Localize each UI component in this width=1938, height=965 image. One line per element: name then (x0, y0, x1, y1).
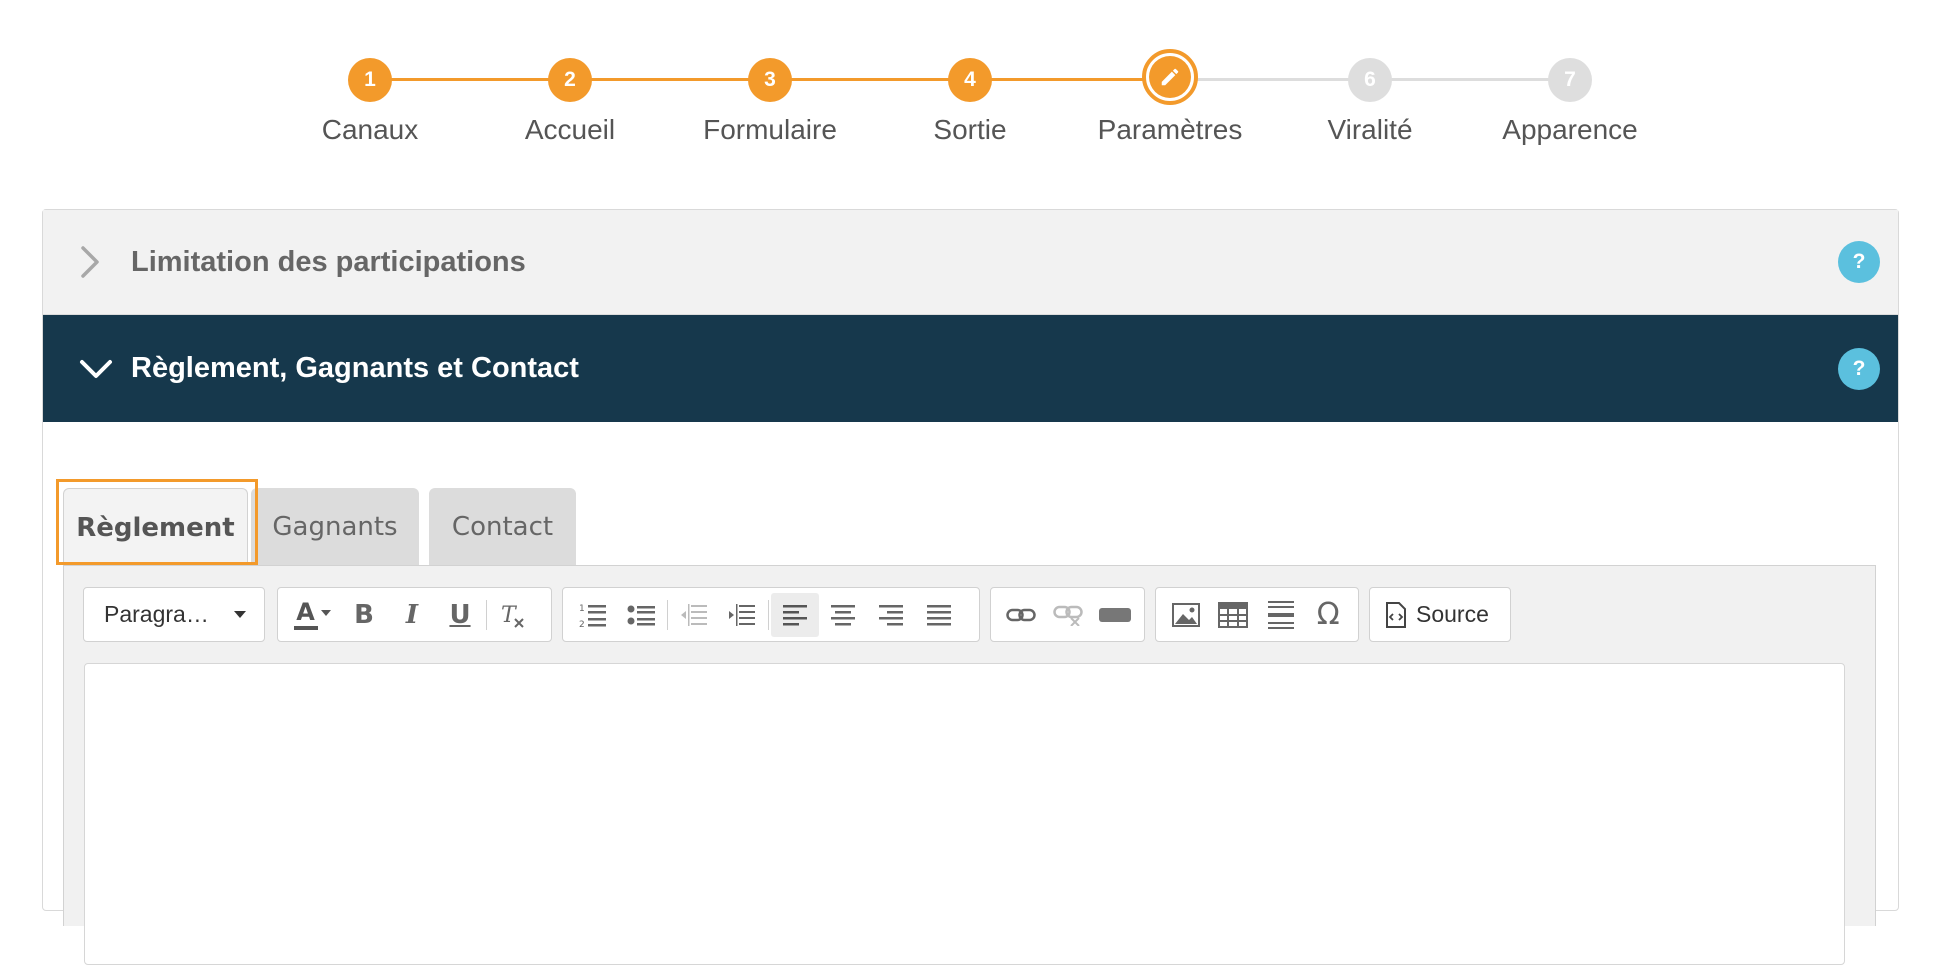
step-canaux[interactable]: 1 Canaux (270, 0, 470, 146)
step-number: 1 (348, 58, 392, 102)
step-active-marker (1142, 49, 1198, 105)
step-sortie[interactable]: 4 Sortie (870, 0, 1070, 146)
step-number: 7 (1548, 58, 1592, 102)
progress-stepper: 1 Canaux 2 Accueil 3 Formulaire 4 Sortie… (0, 0, 1938, 170)
underline-icon[interactable]: U (436, 593, 484, 637)
svg-text:1: 1 (579, 604, 585, 614)
step-number: 4 (948, 58, 992, 102)
accordion-reglement-header[interactable]: Règlement, Gagnants et Contact ? (43, 315, 1898, 422)
source-label: Source (1416, 601, 1489, 627)
outdent-icon[interactable] (670, 593, 718, 637)
step-label: Sortie (933, 114, 1007, 145)
indent-icon[interactable] (718, 593, 766, 637)
chevron-down-icon (79, 315, 113, 422)
step-label: Formulaire (703, 114, 837, 145)
bulleted-list-icon[interactable] (617, 593, 665, 637)
bold-icon[interactable]: B (340, 593, 388, 637)
step-label: Canaux (321, 114, 419, 145)
step-label: Accueil (524, 114, 616, 145)
editor-toolbar: Paragra… A B I U T 1 2 Ω Source (64, 566, 1875, 646)
source-icon (1386, 601, 1406, 628)
source-button[interactable]: Source (1376, 601, 1499, 628)
tab-gagnants[interactable]: Gagnants (251, 488, 419, 565)
table-icon[interactable] (1210, 593, 1258, 637)
toolbar-separator (486, 599, 487, 630)
accordion-limitation-header[interactable]: Limitation des participations ? (43, 210, 1898, 315)
step-number: 6 (1348, 58, 1392, 102)
step-viralite[interactable]: 6 Viralité (1270, 0, 1470, 146)
pencil-icon (1161, 68, 1179, 86)
justify-icon[interactable] (915, 593, 963, 637)
link-icon[interactable] (997, 593, 1044, 637)
step-label: Apparence (1502, 114, 1638, 145)
rich-text-editor: Paragra… A B I U T 1 2 Ω Source (63, 565, 1876, 965)
numbered-list-icon[interactable]: 12 (569, 593, 617, 637)
align-left-icon[interactable] (771, 592, 819, 637)
step-accueil[interactable]: 2 Accueil (470, 0, 670, 146)
paragraph-group: 12 (562, 587, 980, 642)
horizontal-line-icon[interactable] (1257, 593, 1305, 637)
italic-icon[interactable]: I (388, 593, 436, 637)
insert-group: Ω (1155, 587, 1359, 642)
source-group: Source (1369, 587, 1511, 642)
step-formulaire[interactable]: 3 Formulaire (670, 0, 870, 146)
svg-text:T: T (501, 603, 518, 628)
toolbar-separator (667, 599, 668, 630)
editor-content-area[interactable] (84, 663, 1845, 965)
remove-format-icon[interactable]: T (489, 593, 537, 637)
help-icon[interactable]: ? (1838, 347, 1880, 390)
help-icon[interactable]: ? (1838, 241, 1880, 283)
caret-down-icon (234, 610, 246, 618)
step-parametres[interactable]: Paramètres (1070, 0, 1270, 146)
step-label: Paramètres (1097, 114, 1243, 145)
chevron-right-icon (79, 210, 101, 314)
settings-accordion: Limitation des participations ? Règlemen… (42, 209, 1899, 965)
step-label: Viralité (1327, 114, 1413, 145)
text-color-letter: A (296, 597, 315, 626)
step-number: 2 (548, 58, 592, 102)
accordion-title: Limitation des participations (131, 245, 526, 278)
step-number: 3 (748, 58, 792, 102)
accordion-title: Règlement, Gagnants et Contact (131, 352, 579, 384)
special-char-icon[interactable]: Ω (1305, 593, 1353, 637)
image-icon[interactable] (1162, 593, 1210, 637)
svg-text:2: 2 (579, 620, 585, 628)
anchor-icon[interactable] (1091, 593, 1138, 637)
step-apparence[interactable]: 7 Apparence (1470, 0, 1670, 146)
unlink-icon[interactable] (1044, 593, 1091, 637)
format-select[interactable]: Paragra… (84, 588, 260, 641)
tab-reglement[interactable]: Règlement (63, 488, 248, 566)
text-color-icon[interactable]: A (284, 593, 340, 637)
tab-contact[interactable]: Contact (429, 488, 576, 565)
link-group (990, 587, 1145, 642)
align-center-icon[interactable] (819, 593, 867, 637)
text-style-group: A B I U T (277, 587, 552, 642)
toolbar-separator (768, 599, 769, 630)
align-right-icon[interactable] (867, 593, 915, 637)
format-select-value: Paragra… (104, 601, 209, 627)
format-select-group: Paragra… (83, 587, 265, 642)
